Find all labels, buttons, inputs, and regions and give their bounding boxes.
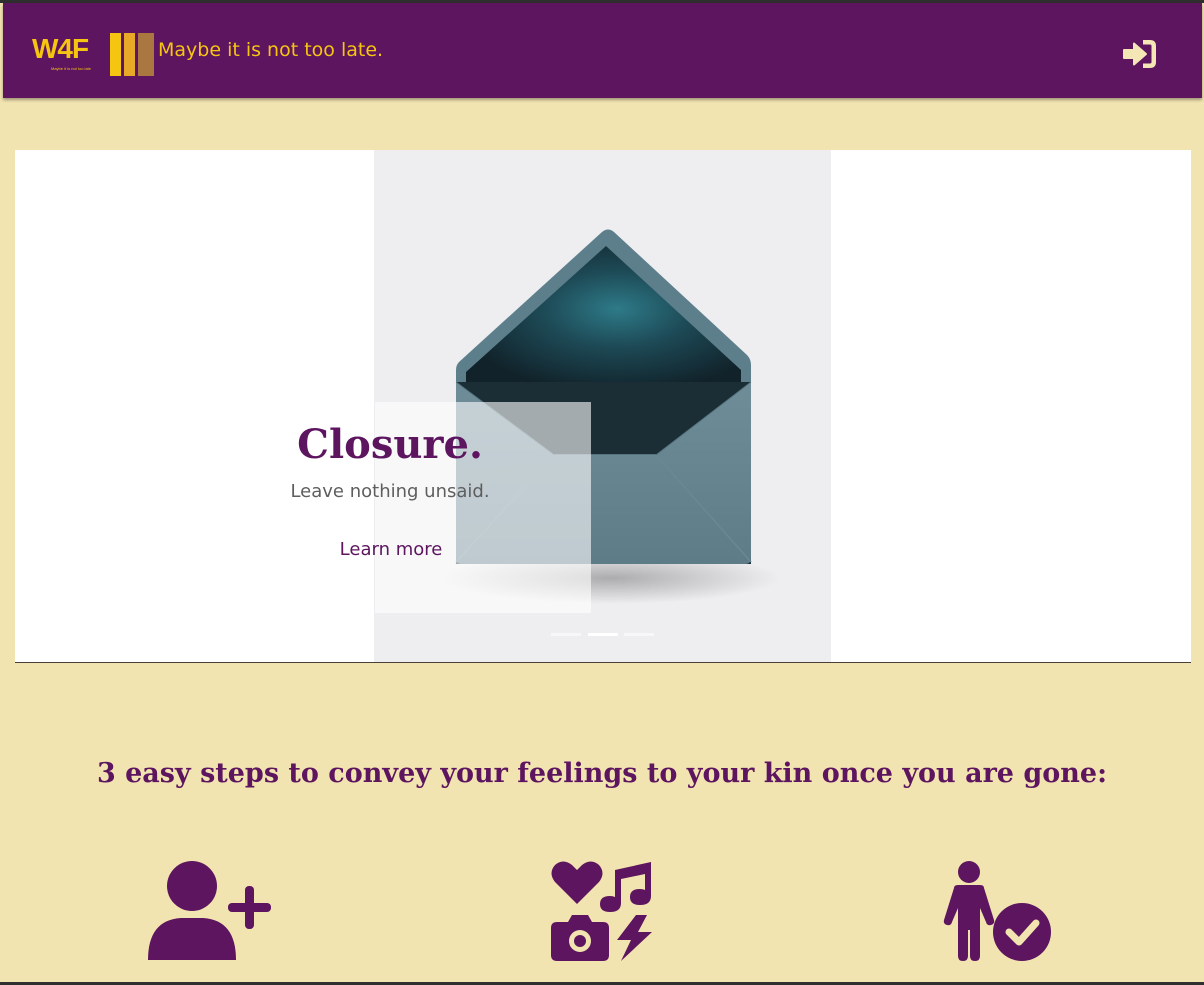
heart-icon [551, 861, 603, 904]
lightning-icon [617, 915, 652, 961]
step-3 [938, 860, 1052, 962]
carousel-indicator-1[interactable] [551, 633, 581, 636]
login-button[interactable] [1121, 37, 1159, 71]
navbar: W4F Maybe it is not too late Maybe it is… [3, 3, 1202, 98]
tagline: Maybe it is not too late. [158, 39, 384, 61]
logo-bar-2 [124, 33, 135, 76]
slide-subtitle: Leave nothing unsaid. [290, 481, 490, 502]
carousel-indicator-2[interactable] [588, 633, 618, 636]
steps-heading: 3 easy steps to convey your feelings to … [96, 758, 1108, 789]
user-plus-icon [148, 861, 271, 960]
sign-in-icon [1123, 40, 1156, 68]
logo-bar-3 [138, 33, 154, 76]
media-icons [551, 861, 652, 961]
slide-title: Closure. [297, 421, 483, 468]
carousel-indicators [551, 633, 655, 637]
carousel-indicator-3[interactable] [624, 633, 654, 636]
page: W4F Maybe it is not too late Maybe it is… [0, 0, 1204, 985]
learn-more-link[interactable]: Learn more [295, 538, 487, 562]
music-note-icon [600, 862, 651, 912]
camera-icon [551, 915, 609, 961]
step-2 [551, 860, 654, 962]
logo[interactable]: W4F Maybe it is not too late [32, 30, 154, 76]
hero-carousel[interactable]: Closure. Leave nothing unsaid. Learn mor… [15, 150, 1191, 663]
logo-bar-1 [110, 33, 121, 76]
logo-subtext: Maybe it is not too late [50, 66, 92, 71]
step-1 [147, 860, 273, 962]
logo-text: W4F [32, 33, 89, 64]
person-check-icon [943, 861, 1051, 961]
